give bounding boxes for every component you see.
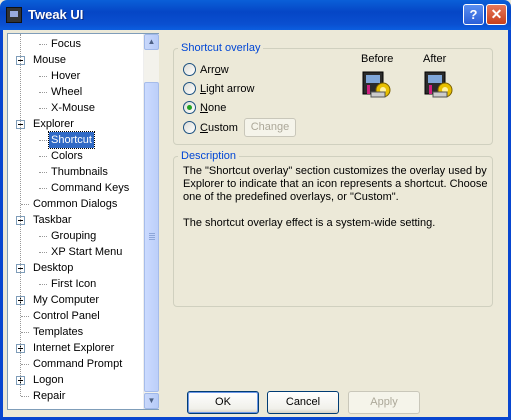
tree-item[interactable]: Logon (31, 372, 66, 388)
tree-item[interactable]: Mouse (31, 52, 68, 68)
tree-item[interactable]: Templates (31, 324, 85, 340)
window-title: Tweak UI (28, 7, 84, 22)
tree-item[interactable]: Wheel (49, 84, 84, 100)
tree-connector (21, 364, 29, 365)
tree-connector (39, 140, 47, 141)
tree-item[interactable]: X-Mouse (49, 100, 97, 116)
tree-item[interactable]: Shortcut (48, 131, 95, 149)
tree-connector (39, 156, 47, 157)
help-button[interactable]: ? (463, 4, 484, 25)
tree-connector (21, 332, 29, 333)
tree-item[interactable]: Common Dialogs (31, 196, 119, 212)
scroll-up-arrow[interactable]: ▲ (144, 34, 159, 50)
tree-item[interactable]: Explorer (31, 116, 76, 132)
tree-connector (39, 76, 47, 77)
tree-connector (39, 236, 47, 237)
after-shortcut-icon (424, 71, 453, 98)
tree-connector (39, 108, 47, 109)
description-text: The "Shortcut overlay" section customize… (183, 165, 488, 229)
after-label: After (423, 53, 447, 65)
tree-item[interactable]: Focus (49, 36, 83, 52)
ok-button[interactable]: OK (187, 391, 259, 414)
close-icon: ✕ (490, 6, 503, 22)
description-legend: Description (178, 150, 240, 162)
tree-scrollbar[interactable]: ▲ ▼ (143, 34, 159, 409)
scroll-down-arrow[interactable]: ▼ (144, 393, 159, 409)
cancel-button[interactable]: Cancel (267, 391, 339, 414)
tree-connector (39, 172, 47, 173)
tree-item[interactable]: Thumbnails (49, 164, 110, 180)
tree-item[interactable]: Desktop (31, 260, 75, 276)
tree-item[interactable]: XP Start Menu (49, 244, 124, 260)
apply-button[interactable]: Apply (348, 391, 420, 414)
tweakui-app-icon[interactable] (6, 7, 22, 23)
tree-connector (39, 44, 47, 45)
tree-connector (21, 396, 29, 397)
title-bar[interactable]: Tweak UI ? ✕ (0, 0, 511, 30)
tree-item[interactable]: My Computer (31, 292, 101, 308)
radio-light-arrow-button[interactable] (183, 82, 196, 95)
tree-item[interactable]: First Icon (49, 276, 98, 292)
tree-item[interactable]: Taskbar (31, 212, 74, 228)
tree-item[interactable]: Control Panel (31, 308, 102, 324)
before-label: Before (361, 53, 394, 65)
tree-item[interactable]: Colors (49, 148, 85, 164)
close-button[interactable]: ✕ (486, 4, 507, 25)
before-shortcut-icon (362, 71, 391, 98)
radio-arrow-button[interactable] (183, 63, 196, 76)
tree-connector (39, 284, 47, 285)
tree-item[interactable]: Command Prompt (31, 356, 124, 372)
tree-connector (39, 92, 47, 93)
tree-connector (21, 316, 29, 317)
tree-connector (20, 34, 21, 396)
tree-item[interactable]: Hover (49, 68, 82, 84)
radio-none-button[interactable] (183, 101, 196, 114)
tree-connector (39, 252, 47, 253)
tree-item[interactable]: Repair (31, 388, 67, 404)
shortcut-overlay-legend: Shortcut overlay (178, 42, 264, 54)
change-button[interactable]: Change (244, 118, 296, 137)
tree-connector (21, 204, 29, 205)
tree-item[interactable]: Grouping (49, 228, 98, 244)
tree-connector (39, 188, 47, 189)
help-icon: ? (469, 7, 478, 22)
category-tree[interactable]: Focus Mouse Hover Wheel X-Mouse Explorer Short… (7, 33, 159, 410)
tree-item[interactable]: Command Keys (49, 180, 131, 196)
scroll-thumb[interactable] (144, 82, 159, 392)
tree-item[interactable]: Internet Explorer (31, 340, 116, 356)
radio-custom-button[interactable] (183, 121, 196, 134)
